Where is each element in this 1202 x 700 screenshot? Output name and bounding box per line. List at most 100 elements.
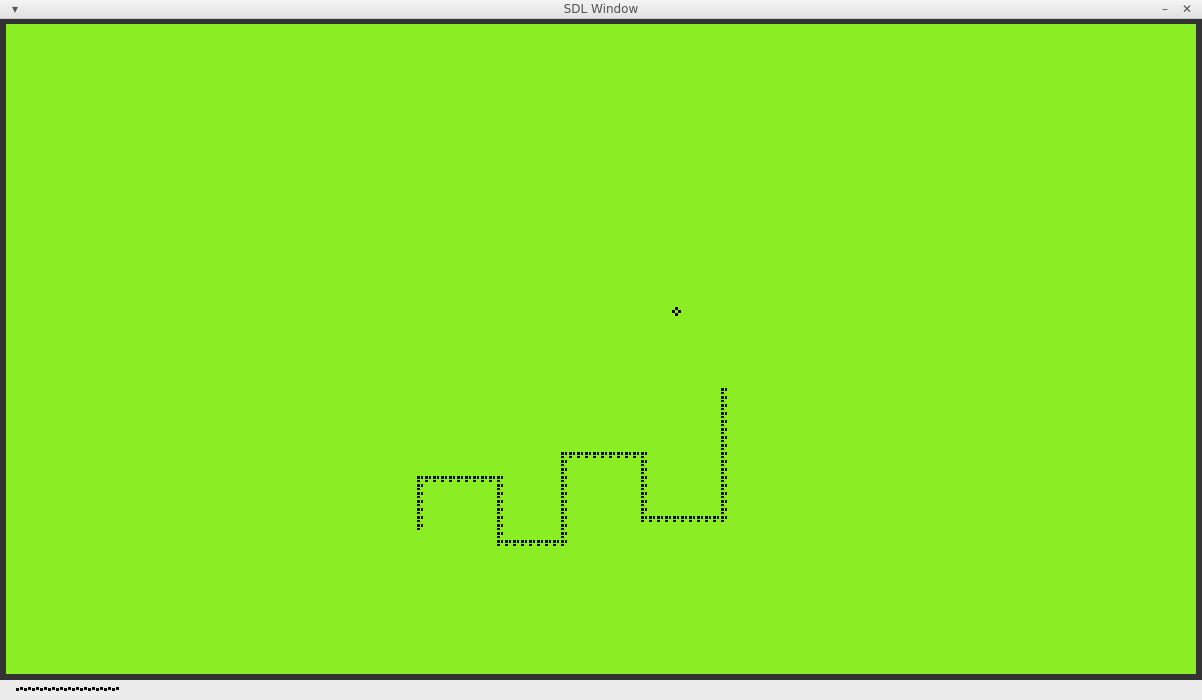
snake-segment <box>641 492 647 498</box>
snake-segment <box>721 476 727 482</box>
snake-segment <box>561 476 567 482</box>
snake-segment <box>425 476 431 482</box>
snake-segment <box>513 540 519 546</box>
snake-segment <box>577 452 583 458</box>
length-indicator-tick <box>80 688 83 691</box>
window-title: SDL Window <box>563 2 639 16</box>
length-indicator-tick <box>100 687 103 690</box>
length-indicator-tick <box>72 688 75 691</box>
length-indicator-tick <box>84 687 87 690</box>
snake-segment <box>625 452 631 458</box>
snake-segment <box>481 476 487 482</box>
snake-segment <box>561 540 567 546</box>
snake-segment <box>449 476 455 482</box>
close-icon[interactable]: ✕ <box>1180 1 1194 17</box>
snake-segment <box>417 500 423 506</box>
snake-segment <box>473 476 479 482</box>
snake-segment <box>433 476 439 482</box>
snake-segment <box>417 492 423 498</box>
snake-segment <box>497 484 503 490</box>
snake-segment <box>641 516 647 522</box>
snake-segment <box>417 516 423 522</box>
snake-segment <box>721 452 727 458</box>
snake-segment <box>641 508 647 514</box>
snake-segment <box>721 492 727 498</box>
snake-segment <box>561 500 567 506</box>
length-indicator-tick <box>16 688 19 691</box>
snake-segment <box>561 484 567 490</box>
snake-segment <box>721 500 727 506</box>
snake-segment <box>593 452 599 458</box>
length-indicator-tick <box>92 687 95 690</box>
window-titlebar: ▾ SDL Window – ✕ <box>0 0 1202 19</box>
snake-segment <box>609 452 615 458</box>
snake-segment <box>721 404 727 410</box>
snake-segment <box>561 524 567 530</box>
length-indicator-tick <box>112 688 115 691</box>
snake-segment <box>721 412 727 418</box>
snake-segment <box>497 476 503 482</box>
snake-segment <box>617 452 623 458</box>
snake-segment <box>497 532 503 538</box>
snake-segment <box>681 516 687 522</box>
snake-segment <box>721 444 727 450</box>
snake-segment <box>457 476 463 482</box>
snake-segment <box>673 516 679 522</box>
snake-segment <box>721 508 727 514</box>
game-window-frame <box>0 19 1202 680</box>
snake-segment <box>561 460 567 466</box>
snake-segment <box>665 516 671 522</box>
snake-segment <box>497 492 503 498</box>
snake-segment <box>553 540 559 546</box>
snake-segment <box>713 516 719 522</box>
snake-segment <box>601 452 607 458</box>
snake-segment <box>721 420 727 426</box>
snake-segment <box>441 476 447 482</box>
snake-segment <box>497 540 503 546</box>
snake-segment <box>545 540 551 546</box>
snake-segment <box>705 516 711 522</box>
snake-segment <box>641 452 647 458</box>
length-indicator-tick <box>44 687 47 690</box>
snake-segment <box>497 516 503 522</box>
snake-segment <box>561 508 567 514</box>
game-canvas[interactable] <box>6 24 1196 674</box>
length-indicator-tick <box>88 688 91 691</box>
length-indicator-tick <box>32 688 35 691</box>
length-indicator-tick <box>52 687 55 690</box>
snake-segment <box>721 436 727 442</box>
snake-segment <box>721 428 727 434</box>
length-indicator-tick <box>60 687 63 690</box>
snake-segment <box>697 516 703 522</box>
snake-segment <box>561 452 567 458</box>
minimize-icon[interactable]: – <box>1158 1 1172 17</box>
food-pellet <box>672 307 681 316</box>
game-board <box>417 307 727 546</box>
length-indicator-tick <box>68 687 71 690</box>
snake-segment <box>521 540 527 546</box>
snake-segment <box>529 540 535 546</box>
snake-segment <box>561 492 567 498</box>
length-indicator-tick <box>116 687 119 690</box>
snake-segment <box>657 516 663 522</box>
snake-segment <box>721 396 727 402</box>
length-indicator <box>16 686 120 692</box>
snake-segment <box>641 476 647 482</box>
snake-segment <box>417 476 423 482</box>
status-bar <box>0 680 1202 700</box>
snake-segment <box>721 460 727 466</box>
snake-segment <box>497 524 503 530</box>
snake-segment <box>689 516 695 522</box>
snake-segment <box>561 468 567 474</box>
snake-segment <box>649 516 655 522</box>
snake-segment <box>417 508 423 514</box>
snake-segment <box>641 484 647 490</box>
snake-tail <box>417 524 423 530</box>
snake-segment <box>465 476 471 482</box>
snake-segment <box>497 508 503 514</box>
snake-segment <box>489 476 495 482</box>
length-indicator-tick <box>36 687 39 690</box>
snake-segment <box>561 532 567 538</box>
length-indicator-tick <box>24 688 27 691</box>
snake-segment <box>721 468 727 474</box>
